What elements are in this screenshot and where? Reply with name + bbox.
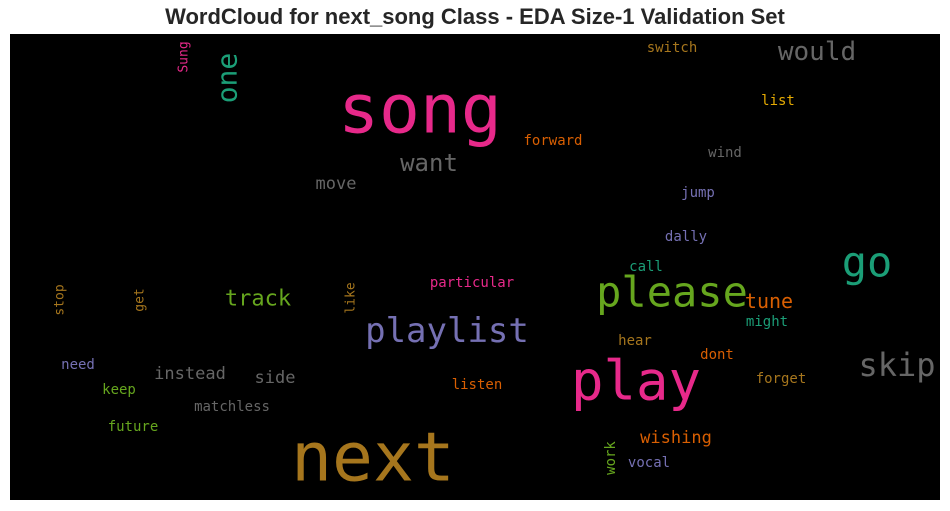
wordcloud-canvas: song next play please playlist go skip would one… bbox=[10, 34, 940, 500]
word-next: next bbox=[291, 419, 455, 498]
word-listen: listen bbox=[452, 377, 503, 393]
word-keep: keep bbox=[102, 382, 136, 398]
wordcloud-svg: song next play please playlist go skip would one… bbox=[53, 37, 936, 498]
word-get: get bbox=[133, 288, 148, 311]
word-need: need bbox=[61, 357, 95, 373]
word-dally: dally bbox=[665, 229, 707, 245]
word-skip: skip bbox=[858, 346, 935, 384]
word-song: song bbox=[338, 71, 502, 150]
word-wishing: wishing bbox=[640, 428, 712, 448]
word-sung: Sung bbox=[177, 41, 192, 72]
word-want: want bbox=[400, 149, 458, 177]
word-side: side bbox=[255, 368, 296, 388]
word-track: track bbox=[225, 287, 291, 312]
word-tune: tune bbox=[745, 289, 793, 313]
word-move: move bbox=[316, 174, 357, 194]
word-jump: jump bbox=[681, 185, 715, 201]
word-might: might bbox=[746, 314, 788, 330]
chart-title: WordCloud for next_song Class - EDA Size… bbox=[165, 4, 785, 29]
word-particular: particular bbox=[430, 275, 514, 291]
word-please: please bbox=[596, 268, 748, 317]
word-future: future bbox=[108, 419, 159, 435]
word-forward: forward bbox=[523, 133, 582, 149]
word-forget: forget bbox=[756, 371, 807, 387]
word-stop: stop bbox=[53, 284, 68, 315]
word-list: list bbox=[761, 93, 795, 109]
word-go: go bbox=[842, 238, 893, 287]
word-would: would bbox=[778, 37, 856, 67]
word-call: call bbox=[629, 259, 663, 275]
word-hear: hear bbox=[618, 333, 652, 349]
word-switch: switch bbox=[647, 40, 698, 56]
word-play: play bbox=[571, 350, 701, 413]
word-vocal: vocal bbox=[628, 455, 670, 471]
word-wind: wind bbox=[708, 145, 742, 161]
word-playlist: playlist bbox=[365, 311, 529, 351]
word-instead: instead bbox=[154, 364, 226, 384]
word-one: one bbox=[211, 53, 244, 104]
word-matchless: matchless bbox=[194, 399, 270, 415]
word-work: work bbox=[603, 441, 619, 475]
word-dont: dont bbox=[700, 347, 734, 363]
word-like: like bbox=[344, 282, 359, 313]
